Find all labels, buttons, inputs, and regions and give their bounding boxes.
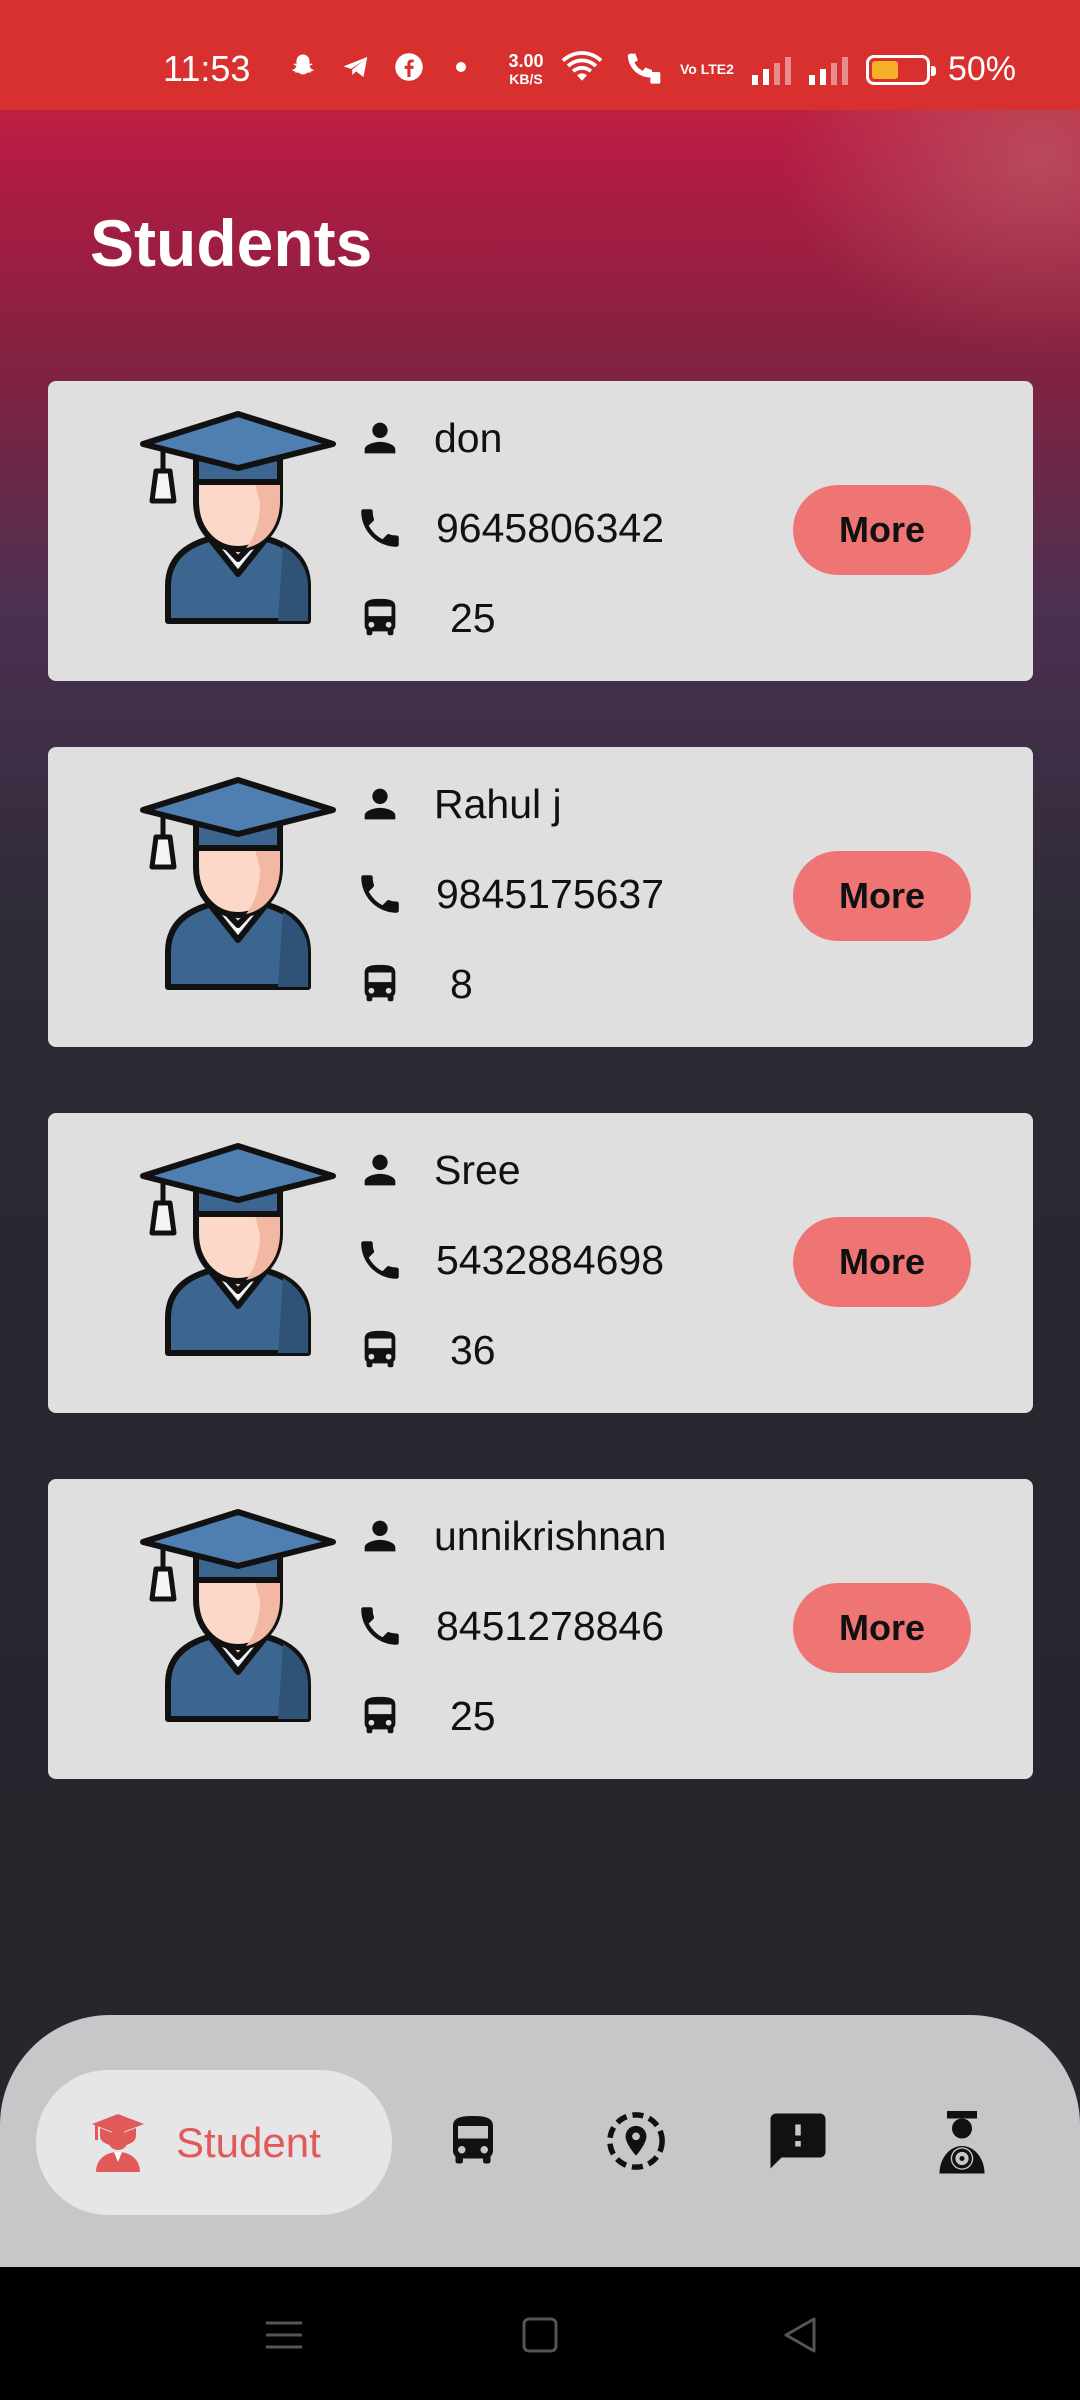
student-name: Rahul j: [434, 780, 562, 827]
network-speed-unit: KB/S: [509, 71, 543, 87]
student-card[interactable]: Rahul j 9845175637 8 More: [48, 747, 1033, 1047]
telegram-icon: [340, 52, 372, 88]
bus-icon: [348, 586, 412, 650]
battery-percent: 50%: [947, 50, 1016, 88]
dot-icon: [446, 52, 476, 88]
student-bus-number: 25: [450, 1692, 496, 1739]
student-bus-row: 8: [348, 952, 473, 1016]
bus-icon: [348, 1684, 412, 1748]
student-card[interactable]: unnikrishnan 8451278846 25 More: [48, 1479, 1033, 1779]
nav-item-location[interactable]: [586, 2093, 686, 2193]
graduate-avatar-icon: [123, 406, 353, 636]
bottom-nav: Student: [0, 2015, 1080, 2267]
snapchat-icon: [288, 52, 318, 88]
location-icon: [603, 2108, 669, 2179]
student-phone: 9845175637: [436, 870, 665, 917]
student-bus-number: 25: [450, 594, 496, 641]
graduate-avatar-icon: [123, 1138, 353, 1368]
network-speed: 3.00 KB/S: [500, 52, 552, 88]
home-button[interactable]: [510, 2307, 570, 2367]
student-phone-row: 9645806342: [348, 496, 664, 560]
bus-icon: [443, 2110, 503, 2177]
phone-icon: [348, 496, 412, 560]
person-icon: [348, 1504, 412, 1568]
student-bus-row: 25: [348, 586, 496, 650]
student-name: don: [434, 414, 503, 461]
bus-icon: [348, 1318, 412, 1382]
student-name-row: Sree: [348, 1138, 521, 1202]
person-icon: [348, 406, 412, 470]
recents-button[interactable]: [254, 2307, 314, 2367]
nav-item-driver[interactable]: [912, 2093, 1012, 2193]
screen: 11:53 3.00 KB/S Vo LTE2 50% Students don…: [0, 0, 1080, 2400]
nav-item-feedback[interactable]: [748, 2093, 848, 2193]
facebook-icon: [394, 52, 424, 88]
signal-1-icon: [751, 55, 791, 85]
signal-2-icon: [808, 55, 848, 85]
nav-item-bus[interactable]: [423, 2093, 523, 2193]
graduate-avatar-icon: [123, 1504, 353, 1734]
system-nav-bar: [0, 2267, 1080, 2400]
student-phone-row: 8451278846: [348, 1594, 664, 1658]
volte-label: Vo LTE2: [680, 61, 734, 77]
more-button[interactable]: More: [793, 1583, 971, 1673]
notification-icons: [288, 52, 476, 88]
phone-icon: [348, 1228, 412, 1292]
student-name-row: Rahul j: [348, 772, 562, 836]
student-phone-row: 5432884698: [348, 1228, 664, 1292]
student-name-row: unnikrishnan: [348, 1504, 667, 1568]
more-button[interactable]: More: [793, 851, 971, 941]
student-bus-row: 36: [348, 1318, 496, 1382]
student-card[interactable]: don 9645806342 25 More: [48, 381, 1033, 681]
person-icon: [348, 1138, 412, 1202]
back-button[interactable]: [770, 2307, 830, 2367]
student-name: unnikrishnan: [434, 1512, 667, 1559]
student-bus-row: 25: [348, 1684, 496, 1748]
wifi-icon: [560, 50, 604, 89]
driver-icon: [931, 2106, 993, 2181]
status-bar: 11:53 3.00 KB/S Vo LTE2 50%: [0, 0, 1080, 110]
more-button[interactable]: More: [793, 485, 971, 575]
home-icon: [520, 2315, 560, 2360]
graduate-avatar-icon: [123, 772, 353, 1002]
menu-icon: [264, 2315, 304, 2360]
student-phone: 8451278846: [436, 1602, 665, 1649]
student-card[interactable]: Sree 5432884698 36 More: [48, 1113, 1033, 1413]
back-icon: [780, 2315, 820, 2360]
wifi-call-icon: [622, 50, 662, 89]
phone-icon: [348, 862, 412, 926]
student-phone: 9645806342: [436, 504, 665, 551]
student-bus-number: 36: [450, 1326, 496, 1373]
student-bus-number: 8: [450, 960, 473, 1007]
student-name: Sree: [434, 1146, 521, 1193]
student-phone-row: 9845175637: [348, 862, 664, 926]
student-name-row: don: [348, 406, 502, 470]
person-icon: [348, 772, 412, 836]
feedback-icon: [765, 2108, 831, 2179]
student-phone: 5432884698: [436, 1236, 665, 1283]
nav-student-label: Student: [176, 2118, 321, 2166]
more-button[interactable]: More: [793, 1217, 971, 1307]
network-speed-value: 3.00: [508, 51, 544, 71]
bus-icon: [348, 952, 412, 1016]
status-time: 11:53: [163, 48, 251, 89]
page-title: Students: [90, 206, 373, 280]
status-right: Vo LTE2 50%: [560, 50, 1016, 89]
student-icon: [86, 2110, 150, 2179]
battery-icon: [865, 54, 936, 85]
nav-item-student[interactable]: Student: [36, 2070, 392, 2215]
phone-icon: [348, 1594, 412, 1658]
